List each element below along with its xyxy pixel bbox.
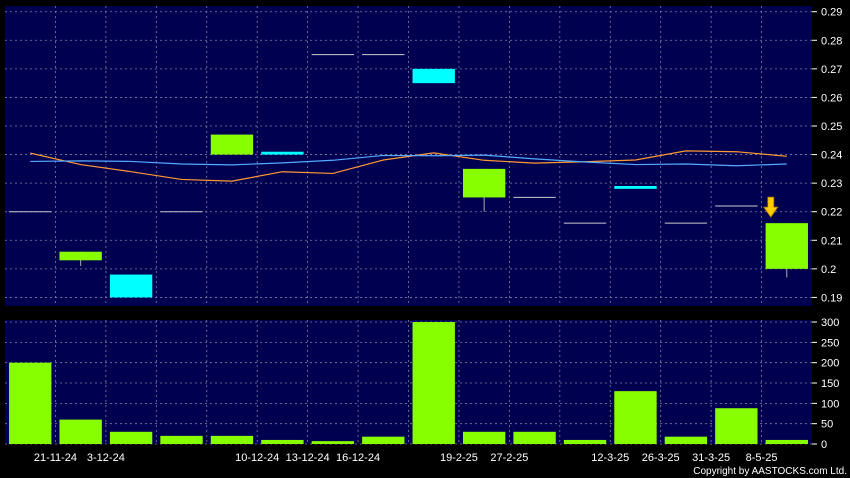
x-tick-label: 12-3-25 [591,452,629,464]
volume-tick-label: 250 [821,337,839,349]
price-tick-label: 0.24 [821,150,842,162]
x-tick-label: 13-12-24 [286,452,330,464]
volume-bar [563,439,607,444]
stock-chart: 0.19 0.2 0.21 0.22 0.23 0.24 0.25 0.26 0.27 0.28 0… [5,6,847,477]
volume-tick-label: 0 [821,439,827,451]
price-tick-label: 0.27 [821,64,842,76]
price-tick-label: 0.21 [821,235,842,247]
price-tick-label: 0.25 [821,121,842,133]
volume-tick-label: 50 [821,419,833,431]
volume-bar [210,435,254,444]
volume-bar [160,435,203,444]
volume-y-axis: 0 50 100 150 200 250 300 [812,317,839,451]
x-tick-label: 21-11-24 [34,452,77,464]
candle-body [59,251,102,261]
volume-bar [765,439,808,444]
volume-bar [614,391,657,444]
x-tick-label: 31-3-25 [692,452,730,464]
x-axis: 21-11-24 3-12-24 10-12-24 13-12-24 16-12-24 1… [34,452,778,464]
candle-body [765,223,808,269]
candle-body [109,274,153,298]
volume-bar [9,362,52,444]
copyright-text: Copyright by AASTOCKS.com Ltd. [693,466,847,477]
price-y-axis: 0.19 0.2 0.21 0.22 0.23 0.24 0.25 0.26 0.27 0.28 0… [812,7,842,304]
volume-bar [513,431,556,444]
x-tick-label: 19-2-25 [440,452,478,464]
candle-body [210,134,254,155]
x-tick-label: 16-12-24 [336,452,380,464]
price-tick-label: 0.28 [821,35,842,47]
volume-tick-label: 100 [821,398,839,410]
x-tick-label: 3-12-24 [87,452,125,464]
price-tick-label: 0.23 [821,178,842,190]
price-tick-label: 0.22 [821,207,842,219]
volume-bar [59,419,102,444]
volume-bar [412,322,455,444]
candle-body [462,168,506,198]
candle-body [614,186,657,189]
volume-tick-label: 300 [821,317,839,329]
price-tick-label: 0.19 [821,292,842,304]
x-tick-label: 10-12-24 [235,452,279,464]
price-tick-label: 0.29 [821,7,842,19]
price-tick-label: 0.26 [821,92,842,104]
x-tick-label: 8-5-25 [746,452,778,464]
candle-body [412,68,455,84]
volume-bar [664,436,708,444]
volume-bar [462,431,506,444]
volume-bar [261,439,304,444]
volume-bar [311,441,355,444]
candle-body [261,151,304,155]
volume-bar [715,408,758,444]
price-tick-label: 0.2 [821,264,836,276]
x-tick-label: 26-3-25 [642,452,680,464]
volume-tick-label: 150 [821,378,839,390]
volume-bar [362,436,405,444]
volume-bar [109,431,153,444]
volume-tick-label: 200 [821,358,839,370]
x-tick-label: 27-2-25 [490,452,528,464]
